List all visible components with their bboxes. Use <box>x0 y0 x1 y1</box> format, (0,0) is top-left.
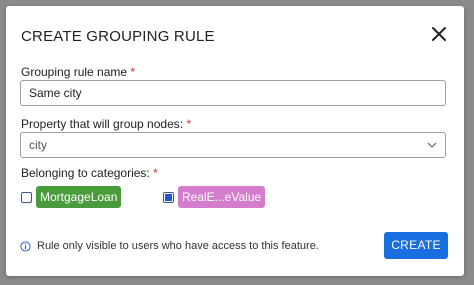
rule-name-value: Same city <box>29 86 82 100</box>
required-mark: * <box>130 65 136 79</box>
rule-name-input[interactable]: Same city <box>20 80 446 106</box>
dialog-title: CREATE GROUPING RULE <box>21 28 215 45</box>
categories-label: Belonging to categories: * <box>21 166 158 180</box>
info-note: Rule only visible to users who have acce… <box>20 240 319 252</box>
required-mark: * <box>186 117 192 131</box>
property-selected-value: city <box>29 138 47 152</box>
category-pill-mortgageloan: MortgageLoan <box>36 186 122 208</box>
create-grouping-rule-dialog: CREATE GROUPING RULE Grouping rule name … <box>6 6 464 276</box>
create-button[interactable]: CREATE <box>384 232 448 259</box>
category-realestatevalue[interactable]: RealE...eValue <box>163 186 266 208</box>
close-icon[interactable] <box>427 22 451 46</box>
property-select[interactable]: city <box>20 132 446 158</box>
property-label-text: Property that will group nodes: <box>21 117 184 131</box>
info-text: Rule only visible to users who have acce… <box>37 240 319 252</box>
chevron-down-icon <box>427 142 437 148</box>
property-label: Property that will group nodes: * <box>21 117 191 131</box>
required-mark: * <box>153 166 158 180</box>
category-mortgageloan[interactable]: MortgageLoan <box>21 186 122 208</box>
rule-name-label-text: Grouping rule name <box>21 65 128 79</box>
category-checkbox-realestatevalue[interactable] <box>163 191 174 203</box>
category-checkbox-mortgageloan[interactable] <box>21 191 32 203</box>
category-pill-realestatevalue: RealE...eValue <box>178 186 266 208</box>
checkbox-checked-mark <box>165 193 172 201</box>
categories-label-text: Belonging to categories: <box>21 166 150 180</box>
info-icon <box>20 240 31 252</box>
rule-name-label: Grouping rule name * <box>21 65 135 79</box>
